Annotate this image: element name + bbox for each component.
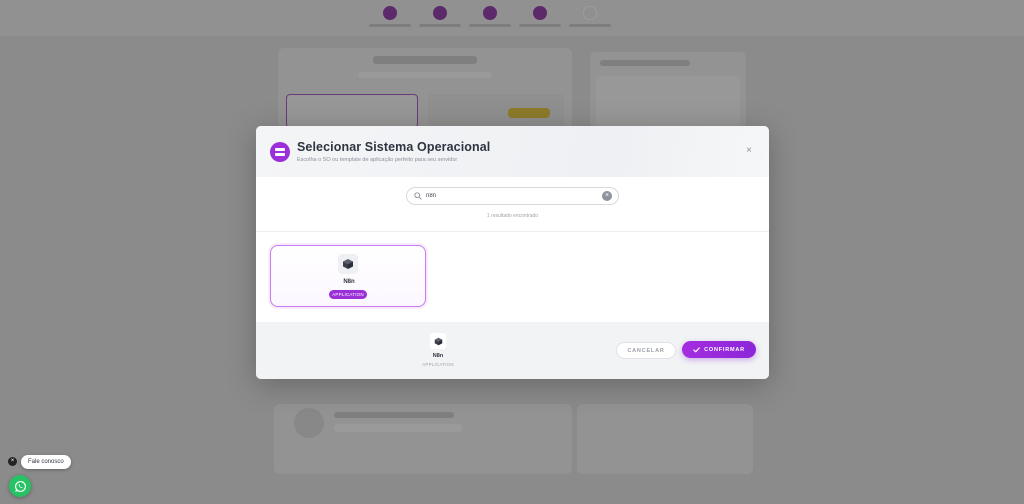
confirm-button[interactable]: CONFIRMAR xyxy=(682,341,756,358)
n8n-cube-icon xyxy=(338,254,358,274)
background-summary-card xyxy=(590,52,746,128)
confirm-label: CONFIRMAR xyxy=(704,346,745,353)
os-option-name: N8n xyxy=(343,279,355,285)
search-icon xyxy=(414,192,422,200)
cancel-button[interactable]: CANCELAR xyxy=(616,342,676,359)
chat-bubble[interactable]: Fale conosco xyxy=(21,455,71,469)
search-box: × xyxy=(406,187,619,205)
background-billing-card xyxy=(278,48,572,128)
modal-footer: N8n APPLICATION CANCELAR CONFIRMAR xyxy=(256,322,769,379)
selected-os-type: APPLICATION xyxy=(422,362,454,367)
background-topbar xyxy=(0,0,1024,36)
results-count: 1 resultado encontrado xyxy=(486,213,539,219)
selected-os-name: N8n xyxy=(432,353,444,359)
background-stepper xyxy=(365,4,615,34)
modal-subtitle: Escolha o SO ou template de aplicação pe… xyxy=(297,157,458,163)
background-bottom-card xyxy=(274,404,572,474)
check-icon xyxy=(693,346,700,352)
search-input[interactable] xyxy=(426,190,596,202)
select-os-modal: Selecionar Sistema Operacional Escolha o… xyxy=(256,126,769,379)
chat-close-icon[interactable]: × xyxy=(8,457,17,466)
os-option-badge: APPLICATION xyxy=(329,290,367,299)
selected-n8n-cube-icon xyxy=(430,333,446,349)
clear-search-icon[interactable]: × xyxy=(602,191,612,201)
server-icon xyxy=(270,142,290,162)
close-icon[interactable]: × xyxy=(746,146,752,156)
background-side-card xyxy=(577,404,753,474)
modal-title: Selecionar Sistema Operacional xyxy=(297,140,491,154)
divider xyxy=(256,231,769,232)
whatsapp-icon[interactable] xyxy=(9,475,31,497)
modal-header: Selecionar Sistema Operacional Escolha o… xyxy=(256,126,769,177)
os-option-n8n[interactable]: N8n APPLICATION xyxy=(270,245,426,307)
